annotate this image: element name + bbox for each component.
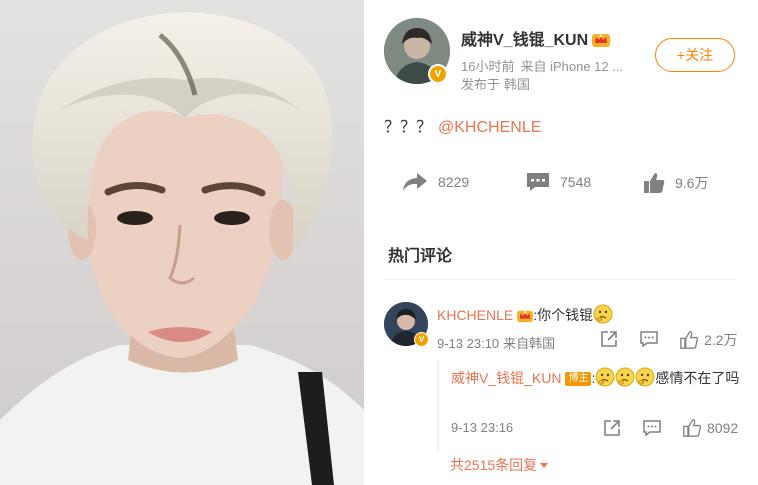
reply-text: 感情不在了吗 [655,370,740,386]
comment-like-button[interactable]: 2.2万 [680,330,737,350]
thinking-face-emoji [615,367,635,387]
mention-link[interactable]: @KHCHENLE [438,119,541,136]
comment-icon [640,331,658,348]
post-actions: 8229 7548 9.6万 [364,168,758,204]
comment-icon [643,420,661,437]
repost-icon [403,173,427,191]
repost-button[interactable]: 8229 [402,172,469,192]
comment-reply-button[interactable] [640,330,664,348]
location-prefix: 发布于 [461,77,501,92]
thumbs-up-icon [644,173,665,193]
comment-source: 来自韩国 [503,336,556,351]
chevron-down-icon [540,463,549,468]
thumbs-up-icon [683,419,701,437]
post-panel: V 威神V_钱锟_KUN 16小时前 来自 iPhone 12 ... 发布于 韩国… [364,0,758,485]
post-source: 来自 iPhone 12 ... [520,59,624,74]
thinking-face-emoji [595,367,615,387]
reply-like-count: 8092 [707,420,739,436]
crown-icon[interactable] [517,309,534,323]
thumbs-up-icon [680,331,698,349]
comment-meta: 9-13 23:10 来自韩国 [437,333,555,352]
share-icon [604,420,620,436]
divider [384,279,736,280]
verified-v-icon: V [428,64,448,84]
comment-share-button[interactable] [600,330,624,348]
follow-button[interactable]: +关注 [655,38,735,72]
comment-like-count: 2.2万 [704,332,738,348]
post-text-body: ？？？ [384,119,433,136]
post-time[interactable]: 16小时前 [461,59,514,74]
comment-count: 7548 [560,174,592,190]
reply-comment-button[interactable] [643,419,667,437]
reply-share-button[interactable] [603,419,627,437]
comment-text: :你个钱锟 [533,307,594,323]
location-name: 韩国 [504,77,531,92]
selfie-image [0,0,364,485]
post-photo[interactable] [0,0,364,485]
reply-time: 9-13 23:16 [451,420,514,435]
author-reply: 威神V_钱锟_KUN 博主: 感情不在了吗 9-13 23:16 8092 [437,360,742,452]
share-icon [601,331,617,347]
author-name-text[interactable]: 威神V_钱锟_KUN [461,32,588,49]
comment-body: KHCHENLE :你个钱锟 [437,304,613,325]
comment-time: 9-13 23:10 [437,336,500,351]
reply-username[interactable]: 威神V_钱锟_KUN [451,370,561,386]
reply-body: 威神V_钱锟_KUN 博主: 感情不在了吗 [451,366,741,391]
comment-username[interactable]: KHCHENLE [437,307,513,323]
more-replies-label[interactable]: 共2515条回复 [450,457,537,473]
crown-icon[interactable] [592,32,611,48]
repost-count: 8229 [438,174,470,190]
hot-comments-title: 热门评论 [388,248,453,265]
like-count: 9.6万 [675,175,709,191]
comment-tools: 2.2万 [600,330,750,352]
like-button[interactable]: 9.6万 [643,172,708,194]
author-tag: 博主 [565,372,592,386]
thinking-face-emoji [635,367,655,387]
reply-tools: 8092 [603,419,753,441]
thinking-face-emoji [593,304,613,324]
more-replies-link[interactable]: 共2515条回复 [450,455,549,475]
post-location: 发布于 韩国 [461,74,530,93]
author-name[interactable]: 威神V_钱锟_KUN [461,26,611,50]
comment-icon [527,173,549,191]
reply-like-button[interactable]: 8092 [683,419,738,437]
comment-button[interactable]: 7548 [526,172,591,192]
verified-v-icon: V [414,332,429,347]
post-meta: 16小时前 来自 iPhone 12 ... [461,56,623,75]
post-text: ？？？ @KHCHENLE [384,113,541,137]
